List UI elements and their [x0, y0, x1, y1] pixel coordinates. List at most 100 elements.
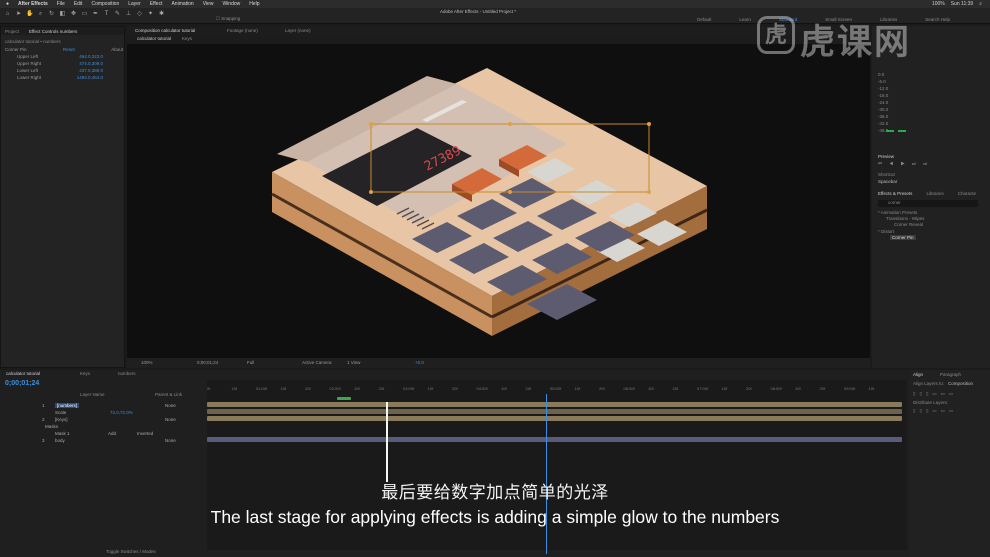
tab-calculator-tutorial[interactable]: calculator tutorial — [6, 371, 40, 376]
menu-window[interactable]: Window — [222, 1, 240, 7]
home-icon[interactable]: ⌂ — [4, 11, 11, 18]
table-row[interactable]: Mask 1 Add Inverted — [0, 430, 207, 437]
menu-animation[interactable]: Animation — [171, 1, 193, 7]
exposure-value[interactable]: +0.0 — [415, 360, 424, 365]
shortcut-select[interactable]: Spacebar — [878, 179, 897, 184]
pen-tool-icon[interactable]: ✒ — [92, 11, 99, 18]
tab-footage[interactable]: Footage (none) — [227, 28, 258, 33]
table-row[interactable]: 1 [numbers] None — [0, 402, 207, 409]
audio-meter-value: 0.0 — [878, 72, 885, 77]
table-row[interactable]: 3 body None — [0, 437, 207, 444]
apple-icon[interactable]: ● — [6, 1, 9, 7]
selection-tool-icon[interactable]: ➤ — [15, 11, 22, 18]
brush-tool-icon[interactable]: ✎ — [114, 11, 121, 18]
resolution-select[interactable]: Full — [247, 360, 254, 365]
layer-bar[interactable] — [207, 416, 902, 421]
layer-parent[interactable]: None — [165, 403, 176, 408]
layer-name[interactable]: [Keys] — [55, 417, 68, 422]
menu-view[interactable]: View — [203, 1, 214, 7]
menu-file[interactable]: File — [57, 1, 65, 7]
tab-paragraph[interactable]: Paragraph — [940, 372, 961, 377]
tree-item[interactable]: * Animation Presets — [878, 210, 917, 215]
current-timecode[interactable]: 0;00;01;24 — [5, 380, 39, 387]
work-area-marker[interactable] — [337, 397, 351, 400]
align-buttons[interactable]: ▯▯▯▭▭▭ — [913, 391, 957, 397]
hand-tool-icon[interactable]: ✋ — [26, 11, 33, 18]
tab-effect-controls[interactable]: Effect Controls numbers — [29, 29, 77, 34]
menu-effect[interactable]: Effect — [150, 1, 163, 7]
crumb-keys[interactable]: Keys — [182, 36, 192, 41]
app-menu[interactable]: After Effects — [18, 1, 48, 7]
param-row: Upper Right 474.0,309.0 — [5, 61, 123, 66]
tree-item-selected[interactable]: Corner Pin — [890, 235, 916, 240]
workspace-default[interactable]: Default — [697, 17, 711, 22]
mask-name[interactable]: Mask 1 — [55, 431, 70, 436]
tree-item[interactable]: * Distort — [878, 229, 894, 234]
tab-libraries[interactable]: Libraries — [926, 191, 943, 196]
layer-parent[interactable]: None — [165, 438, 176, 443]
mask-inverted[interactable]: Inverted — [137, 431, 153, 436]
search-help[interactable]: Search Help — [925, 17, 950, 22]
roto-tool-icon[interactable]: ✦ — [147, 11, 154, 18]
timecode-display[interactable]: 0;00;01;24 — [197, 360, 218, 365]
table-row[interactable]: 2 [Keys] None — [0, 416, 207, 423]
tree-item[interactable]: Corner Reveal — [894, 222, 923, 227]
layer-parent[interactable]: None — [165, 417, 176, 422]
playhead[interactable] — [546, 394, 547, 554]
menu-layer[interactable]: Layer — [128, 1, 141, 7]
effects-search-input[interactable]: corner — [878, 200, 978, 207]
tab-composition[interactable]: Composition calculator tutorial — [135, 28, 195, 33]
about-link[interactable]: About — [111, 47, 123, 52]
type-tool-icon[interactable]: T — [103, 11, 110, 18]
composition-viewer[interactable]: 27389 — [127, 44, 870, 358]
effect-name[interactable]: Corner Pin — [5, 47, 27, 52]
menu-help[interactable]: Help — [249, 1, 259, 7]
zoom-tool-icon[interactable]: ⌕ — [37, 11, 44, 18]
layer-bar[interactable] — [207, 409, 902, 414]
tab-align[interactable]: Align — [913, 372, 923, 377]
tab-numbers[interactable]: numbers — [118, 371, 136, 376]
menu-composition[interactable]: Composition — [91, 1, 119, 7]
param-value[interactable]: 437.0,389.0 — [79, 68, 103, 73]
snapping-checkbox[interactable]: ☐ Snapping — [216, 16, 240, 22]
search-icon[interactable]: ⌕ — [979, 1, 982, 7]
property-value[interactable]: 72.0,72.0% — [110, 410, 133, 415]
workspace-learn[interactable]: Learn — [739, 17, 751, 22]
camera-select[interactable]: Active Camera — [302, 360, 332, 365]
pan-tool-icon[interactable]: ✥ — [70, 11, 77, 18]
tab-layer[interactable]: Layer (none) — [285, 28, 311, 33]
camera-tool-icon[interactable]: ◧ — [59, 11, 66, 18]
layer-bar[interactable] — [207, 402, 902, 407]
playback-controls[interactable]: ⏮ ◀ ▶ ⏭ ⏭ — [878, 161, 930, 166]
toggle-switches-modes[interactable]: Toggle Switches / Modes — [106, 549, 156, 554]
zoom-select[interactable]: 100% — [141, 360, 153, 365]
rotate-tool-icon[interactable]: ↻ — [48, 11, 55, 18]
layer-bar[interactable] — [207, 437, 902, 442]
table-row[interactable]: Scale 72.0,72.0% — [0, 409, 207, 416]
param-value[interactable]: 1494.0,464.0 — [77, 75, 103, 80]
rectangle-tool-icon[interactable]: ▭ — [81, 11, 88, 18]
menu-edit[interactable]: Edit — [74, 1, 83, 7]
views-select[interactable]: 1 View — [347, 360, 360, 365]
table-row[interactable]: Masks — [0, 423, 207, 430]
layer-name[interactable]: body — [55, 438, 65, 443]
tab-character[interactable]: Characte — [958, 191, 976, 196]
tree-item[interactable]: Transitions - Wipes — [886, 216, 924, 221]
tab-project[interactable]: Project — [5, 29, 19, 34]
tab-keys[interactable]: Keys — [80, 371, 90, 376]
align-to-select[interactable]: Composition — [948, 381, 973, 386]
stamp-tool-icon[interactable]: ⊥ — [125, 11, 132, 18]
param-value[interactable]: 464.0,323.0 — [79, 54, 103, 59]
crumb-calculator-tutorial[interactable]: calculator tutorial — [137, 36, 171, 41]
reset-link[interactable]: Reset — [63, 47, 75, 52]
param-value[interactable]: 474.0,309.0 — [79, 61, 103, 66]
mask-mode[interactable]: Add — [108, 431, 116, 436]
watermark-logo: 虎 — [757, 16, 795, 54]
time-ruler[interactable]: 0f 10f 01:00f 10f 20f 02:00f 10f 20f 03:00f 10f 20… — [207, 386, 907, 394]
puppet-tool-icon[interactable]: ✱ — [158, 11, 165, 18]
layer-name[interactable]: [numbers] — [55, 403, 80, 408]
eraser-tool-icon[interactable]: ◇ — [136, 11, 143, 18]
tab-effects-presets[interactable]: Effects & Presets — [878, 191, 912, 196]
ruler-tick-label: 10f — [280, 386, 287, 391]
distribute-buttons[interactable]: ▯▯▯▭▭▭ — [913, 408, 957, 414]
